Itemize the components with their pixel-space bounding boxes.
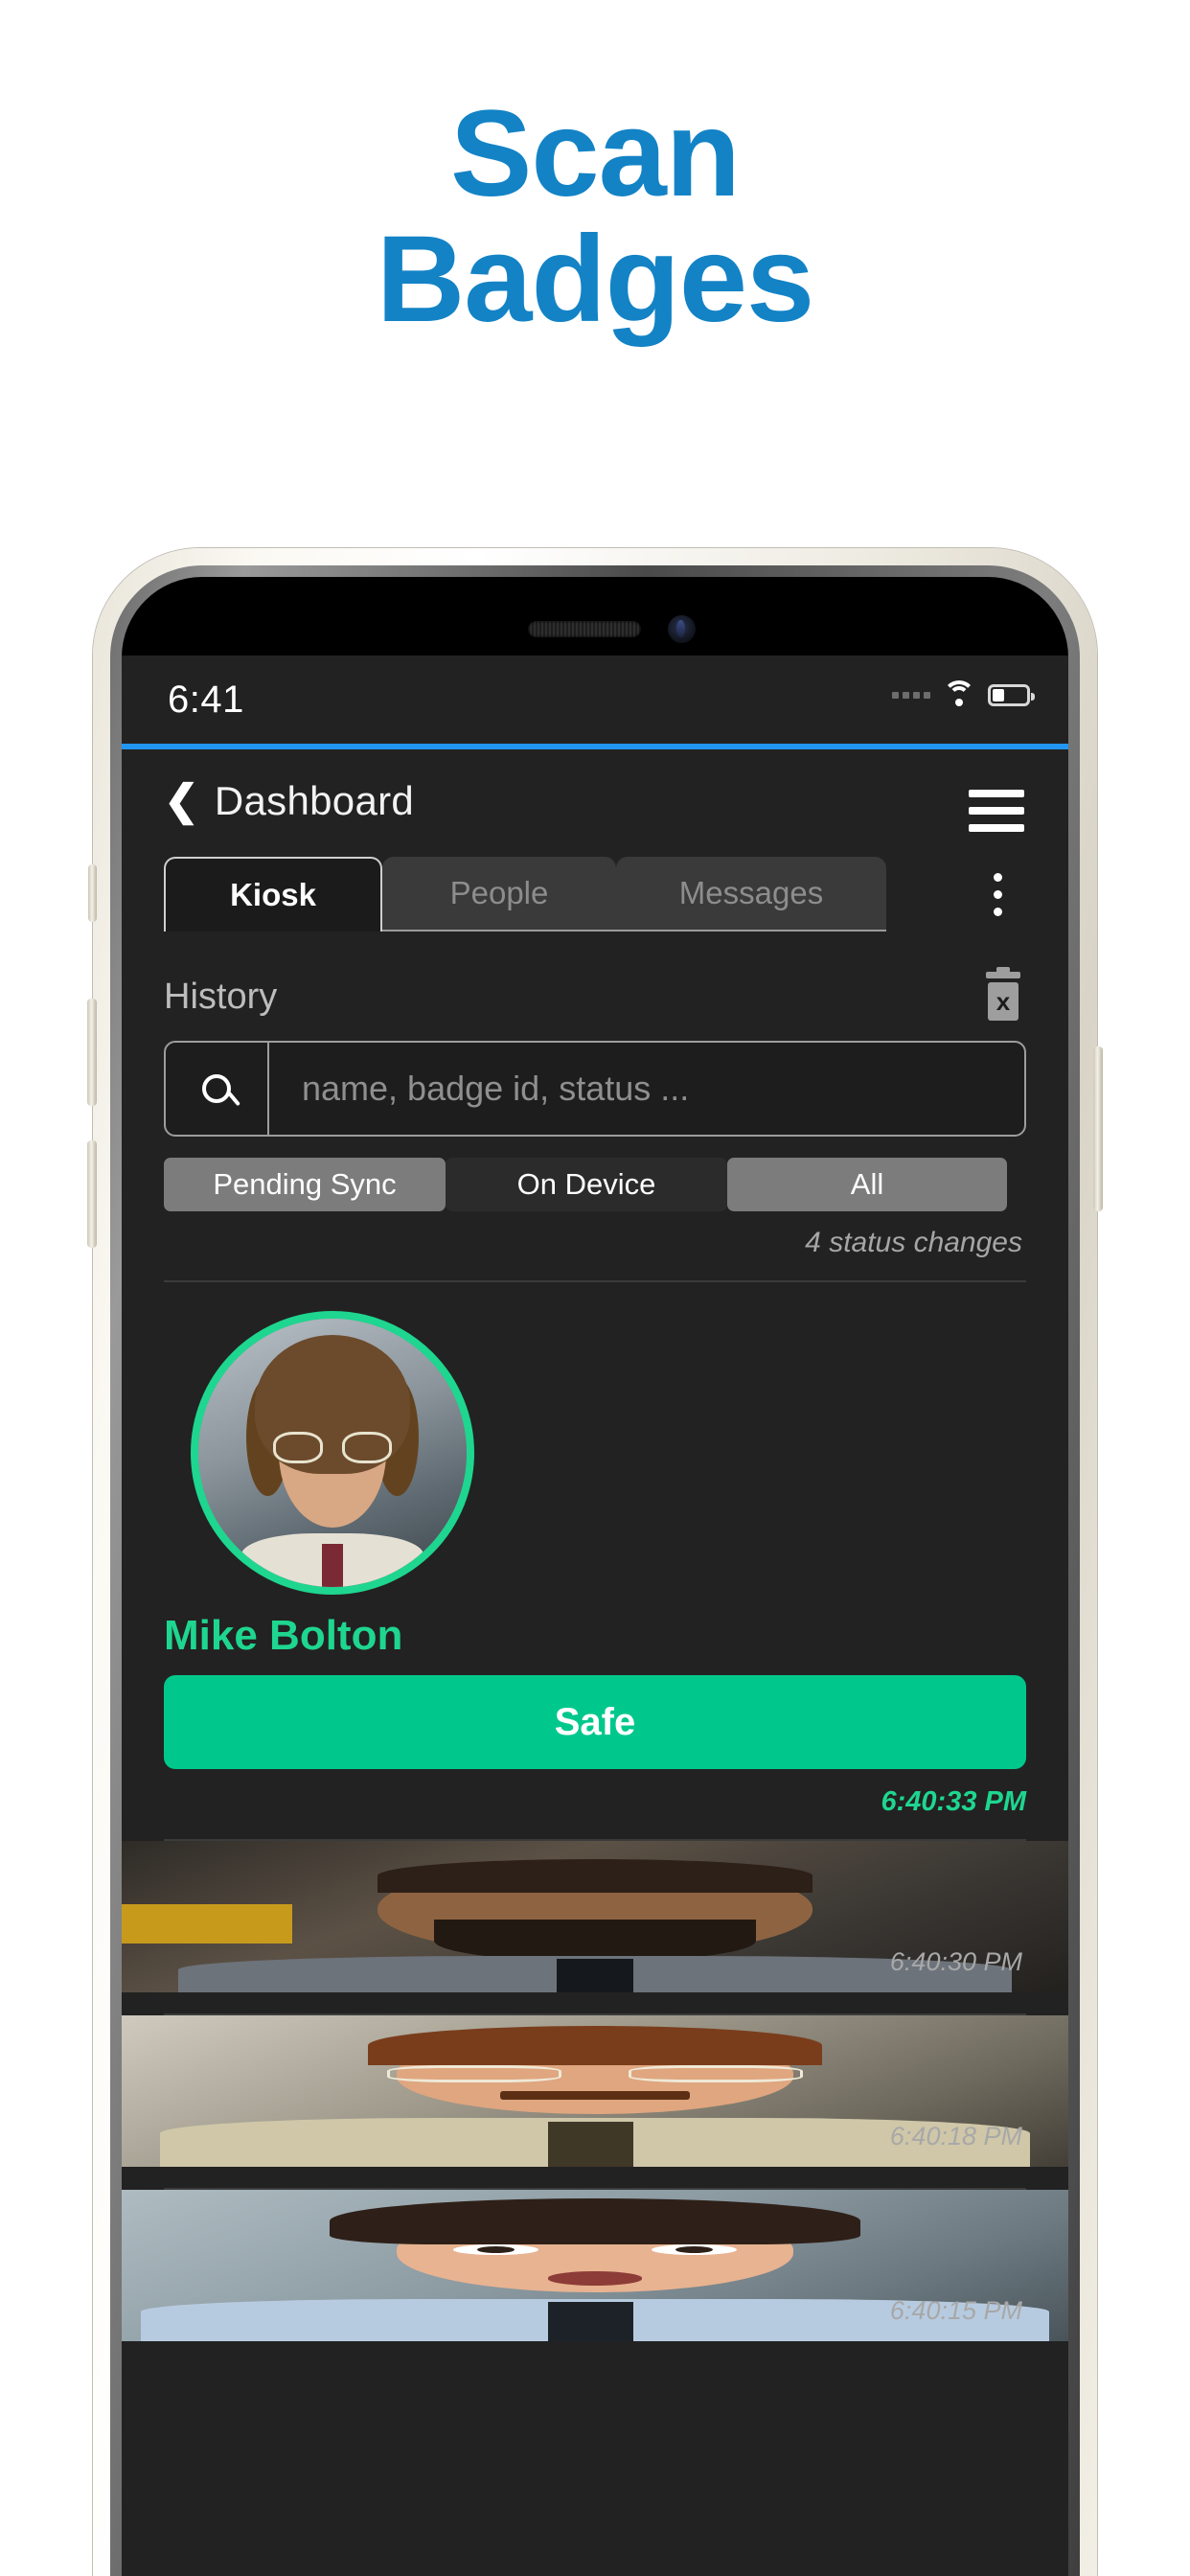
- status-bar-time: 6:41: [168, 678, 244, 721]
- promo-screenshot-page: Scan Badges 6:41 ❮ Dashboard Kiosk Peopl…: [0, 0, 1190, 2576]
- headline-line-1: Scan: [450, 85, 741, 222]
- page-title: Scan Badges: [0, 91, 1190, 348]
- milton-waddams-avatar: [122, 2015, 1068, 2167]
- mike-bolton-avatar: [191, 1311, 474, 1595]
- featured-person-card: Mike Bolton Safe 6:40:33 PM: [122, 1282, 1068, 1818]
- volume-up-button[interactable]: [87, 999, 97, 1106]
- search-box: [164, 1041, 1026, 1137]
- filter-on-device[interactable]: On Device: [446, 1158, 727, 1211]
- trash-x-icon[interactable]: x: [982, 967, 1024, 1022]
- earpiece-speaker-icon: [528, 621, 641, 637]
- status-bar-indicators: [892, 680, 1035, 707]
- safe-status-button[interactable]: Safe: [164, 1675, 1026, 1769]
- chevron-left-icon: ❮: [164, 777, 199, 824]
- table-row[interactable]: Milton Waddams safe 6:40:18 PM: [122, 2015, 1068, 2167]
- featured-timestamp: 6:40:33 PM: [881, 1786, 1026, 1817]
- filter-segmented-control: Pending Sync On Device All: [122, 1137, 1068, 1211]
- samir-nagheenanajar-avatar: [122, 1841, 1068, 1992]
- silent-switch[interactable]: [88, 864, 97, 922]
- tab-messages[interactable]: Messages: [616, 857, 886, 932]
- front-camera-icon: [668, 615, 696, 643]
- filter-all[interactable]: All: [727, 1158, 1007, 1211]
- table-row[interactable]: Peter Gibbons safe 6:40:15 PM: [122, 2190, 1068, 2341]
- nav-bar: ❮ Dashboard: [122, 749, 1068, 857]
- back-button[interactable]: ❮ Dashboard: [164, 778, 414, 824]
- tab-bar: Kiosk People Messages: [122, 857, 1068, 953]
- row-timestamp: 6:40:18 PM: [889, 2122, 1022, 2150]
- search-section: [122, 1041, 1068, 1137]
- filter-pending-sync[interactable]: Pending Sync: [164, 1158, 446, 1211]
- trash-x-glyph: x: [988, 982, 1018, 1021]
- phone-screen: 6:41 ❮ Dashboard Kiosk People Messages H…: [122, 577, 1068, 2576]
- headline-line-2: Badges: [376, 210, 814, 348]
- tab-people[interactable]: People: [382, 857, 616, 932]
- volume-down-button[interactable]: [87, 1140, 97, 1248]
- peter-gibbons-avatar: [122, 2190, 1068, 2341]
- tab-kiosk[interactable]: Kiosk: [164, 857, 382, 932]
- table-row[interactable]: Samir Nagheenanajar safe 6:40:30 PM: [122, 1841, 1068, 1992]
- status-bar: 6:41: [122, 656, 1068, 744]
- vertical-kebab-icon[interactable]: [969, 857, 1026, 932]
- status-change-count: 4 status changes: [805, 1227, 1022, 1258]
- hamburger-menu-icon[interactable]: [969, 790, 1024, 832]
- wifi-icon: [943, 680, 975, 707]
- row-timestamp: 6:40:30 PM: [889, 1947, 1022, 1976]
- back-label: Dashboard: [214, 778, 415, 823]
- featured-person-name: Mike Bolton: [164, 1612, 403, 1659]
- battery-icon: [988, 683, 1035, 706]
- app-viewport: 6:41 ❮ Dashboard Kiosk People Messages H…: [122, 656, 1068, 2576]
- history-label: History: [164, 976, 278, 1017]
- search-button[interactable]: [166, 1043, 269, 1135]
- power-button[interactable]: [1093, 1046, 1103, 1211]
- phone-mockup: 6:41 ❮ Dashboard Kiosk People Messages H…: [87, 548, 1103, 2576]
- search-icon: [202, 1074, 231, 1103]
- signal-dots-icon: [892, 691, 930, 699]
- search-input[interactable]: [269, 1043, 1024, 1135]
- row-timestamp: 6:40:15 PM: [889, 2296, 1022, 2325]
- status-change-count-row: 4 status changes: [122, 1211, 1068, 1259]
- history-header: History x: [122, 953, 1068, 1041]
